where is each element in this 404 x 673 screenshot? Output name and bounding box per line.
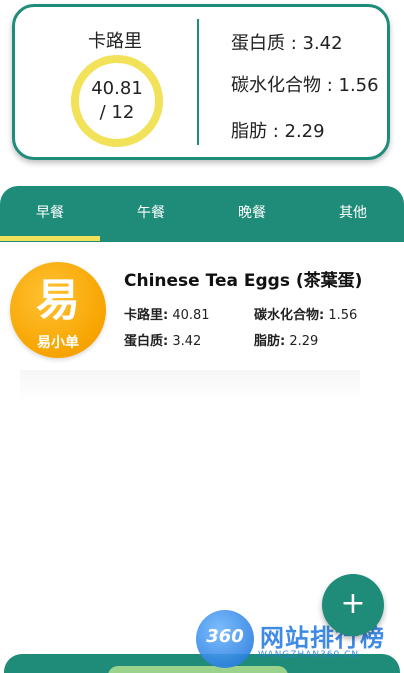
summary-divider xyxy=(197,19,199,145)
item-calories: 卡路里: 40.81 xyxy=(124,304,210,323)
item-fat-label: 脂肪: xyxy=(254,334,286,349)
protein-summary: 蛋白质 : 3.42 xyxy=(231,33,343,54)
item-calories-value: 40.81 xyxy=(172,308,210,323)
watermark-number: 360 xyxy=(206,626,244,647)
item-carbs-value: 1.56 xyxy=(328,308,358,323)
calories-value: 40.81 / 12 xyxy=(69,77,165,125)
calories-label: 卡路里 xyxy=(88,31,142,52)
item-shadow xyxy=(20,370,360,400)
logo-glyph: 易 xyxy=(36,275,80,326)
calories-current: 40.81 xyxy=(91,78,143,99)
item-carbs-label: 碳水化合物: xyxy=(254,308,325,323)
item-carbs: 碳水化合物: 1.56 xyxy=(254,304,357,323)
item-protein-label: 蛋白质: xyxy=(124,334,169,349)
plus-icon: + xyxy=(340,586,366,621)
food-name: Chinese Tea Eggs (茶葉蛋) xyxy=(124,271,363,291)
nutrition-summary-card: 卡路里 40.81 / 12 蛋白质 : 3.42 碳水化合物 : 1.56 脂… xyxy=(12,4,390,160)
selected-tab-indicator xyxy=(0,236,100,241)
item-calories-label: 卡路里: xyxy=(124,308,169,323)
carbs-summary: 碳水化合物 : 1.56 xyxy=(231,75,379,96)
logo-text: 易小单 xyxy=(37,335,79,351)
bottom-panel-pill[interactable] xyxy=(108,666,288,673)
food-logo: 易 易小单 xyxy=(10,262,106,358)
tab-breakfast[interactable]: 早餐 xyxy=(0,186,100,242)
calories-target: / 12 xyxy=(99,102,135,123)
app-screen: 卡路里 40.81 / 12 蛋白质 : 3.42 碳水化合物 : 1.56 脂… xyxy=(0,0,404,673)
watermark-subtitle: WANGZHAN360.CN xyxy=(258,650,360,660)
item-fat-value: 2.29 xyxy=(289,334,319,349)
add-food-button[interactable]: + xyxy=(322,574,384,636)
item-protein-value: 3.42 xyxy=(172,334,202,349)
meal-tab-bar: 早餐 午餐 晚餐 其他 xyxy=(0,186,404,242)
item-fat: 脂肪: 2.29 xyxy=(254,330,318,349)
fat-summary: 脂肪 : 2.29 xyxy=(231,121,325,142)
tab-dinner[interactable]: 晚餐 xyxy=(202,186,302,242)
tab-other[interactable]: 其他 xyxy=(303,186,403,242)
item-protein: 蛋白质: 3.42 xyxy=(124,330,201,349)
food-list-item[interactable]: 易 易小单 Chinese Tea Eggs (茶葉蛋) 卡路里: 40.81 … xyxy=(0,250,404,400)
tab-lunch[interactable]: 午餐 xyxy=(101,186,201,242)
